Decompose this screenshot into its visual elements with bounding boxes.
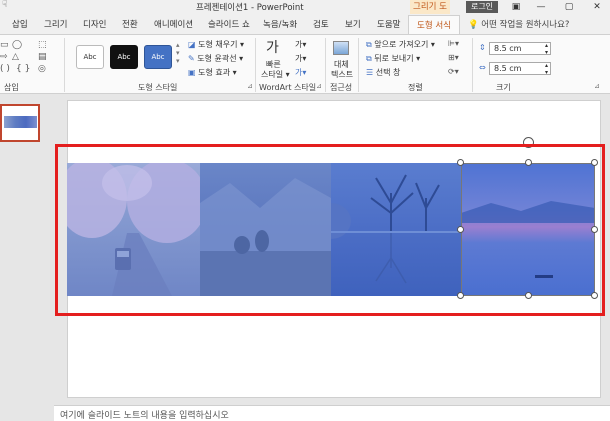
rotate-icon[interactable]: ⟳▾: [448, 67, 459, 76]
shape-fill-label: 도형 채우기 ▾: [198, 40, 245, 49]
tab-animations[interactable]: 애니메이션: [154, 18, 193, 30]
height-field[interactable]: 8.5 cm ▴ ▾: [489, 42, 551, 56]
group-label-size: 크기: [496, 83, 511, 92]
bring-forward-button[interactable]: ⧉ 앞으로 가져오기 ▾: [366, 39, 435, 50]
text-effects-icon[interactable]: 가▾: [295, 67, 306, 78]
restore-button[interactable]: ▢: [558, 0, 580, 14]
close-button[interactable]: ✕: [586, 0, 608, 14]
width-spinner-icon[interactable]: ▴ ▾: [545, 62, 548, 76]
notes-pane[interactable]: 여기에 슬라이드 노트의 내용을 입력하십시오: [54, 405, 610, 421]
text-fill-icon[interactable]: 가▾: [295, 39, 306, 50]
height-spinner-icon[interactable]: ▴ ▾: [545, 42, 548, 56]
title-bar: ☟ 프레젠테이션1 - PowerPoint 그리기 도구 로그인 ▣ — ▢ …: [0, 0, 610, 26]
group-label-accessibility: 접근성: [330, 83, 353, 92]
shape-effects-label: 도형 효과 ▾: [198, 68, 237, 77]
selection-pane-label: 선택 창: [375, 68, 401, 77]
oval-shape-icon[interactable]: ◯: [12, 39, 22, 51]
triangle-shape-icon[interactable]: △: [12, 51, 19, 63]
notes-placeholder: 여기에 슬라이드 노트의 내용을 입력하십시오: [60, 411, 229, 421]
alt-text-icon[interactable]: [333, 41, 349, 55]
group-objects-icon[interactable]: ⊞▾: [448, 53, 459, 62]
group-divider: [255, 38, 256, 92]
rectangle-shape-icon[interactable]: ▭: [0, 39, 9, 51]
ribbon: ▭ ◯ ⇨ △ ( ) { } ⬚ ▤ ◎ 삽입 Abc Abc Abc ▴ ▾ ▾…: [0, 34, 610, 94]
width-icon: ⇔: [479, 63, 486, 72]
dialog-launcher-icon[interactable]: ⊿: [247, 82, 253, 90]
group-label-insert: 삽입: [4, 83, 19, 92]
shape-outline-button[interactable]: ✎ 도형 윤곽선 ▾: [188, 53, 243, 64]
text-outline-icon[interactable]: 가▾: [295, 53, 306, 64]
shape-outline-label: 도형 윤곽선 ▾: [197, 54, 244, 63]
tab-help[interactable]: 도움말: [377, 18, 400, 30]
brace-shape-icon[interactable]: { }: [16, 63, 30, 75]
tab-recording[interactable]: 녹음/녹화: [263, 18, 297, 30]
tab-draw[interactable]: 그리기: [44, 18, 67, 30]
selection-pane-button[interactable]: ☰ 선택 창: [366, 67, 400, 78]
style-sample-blue[interactable]: Abc: [144, 45, 172, 69]
group-divider: [64, 38, 65, 92]
send-backward-button[interactable]: ⧉ 뒤로 보내기 ▾: [366, 53, 420, 64]
send-backward-label: 뒤로 보내기 ▾: [374, 54, 421, 63]
effects-icon: ▣: [188, 68, 196, 77]
drawing-tools-label: 그리기 도구: [410, 0, 450, 26]
send-backward-icon: ⧉: [366, 54, 372, 63]
tab-view[interactable]: 보기: [345, 18, 361, 30]
alt-text-label-2: 텍스트: [331, 70, 354, 79]
slide-thumbnail-pane: [0, 95, 54, 405]
group-label-shape-styles: 도형 스타일: [138, 83, 178, 92]
width-value: 8.5 cm: [494, 64, 522, 73]
selection-pane-icon: ☰: [366, 68, 374, 77]
tab-transitions[interactable]: 전환: [122, 18, 138, 30]
window-title: 프레젠테이션1 - PowerPoint: [196, 3, 304, 13]
pen-icon: ✎: [188, 54, 195, 63]
text-box-icon[interactable]: ▤: [38, 51, 47, 63]
group-label-wordart: WordArt 스타일: [259, 83, 317, 92]
dialog-launcher-icon[interactable]: ⊿: [594, 82, 600, 90]
tab-design[interactable]: 디자인: [83, 18, 106, 30]
ribbon-display-icon[interactable]: ▣: [505, 0, 527, 14]
height-icon: ⇕: [479, 43, 486, 52]
touch-mode-icon[interactable]: ☟: [2, 0, 7, 10]
align-icon[interactable]: ⊫▾: [448, 39, 459, 48]
thumbnail-image: [4, 116, 37, 128]
width-field[interactable]: 8.5 cm ▴ ▾: [489, 62, 551, 76]
ribbon-tabs: 삽입 그리기 디자인 전환 애니메이션 슬라이드 쇼 녹음/녹화 검토 보기 도…: [0, 14, 610, 34]
lightbulb-icon: 💡: [468, 20, 479, 30]
bracket-shape-icon[interactable]: ( ): [0, 63, 10, 75]
merge-shapes-icon[interactable]: ◎: [38, 63, 46, 75]
tab-slideshow[interactable]: 슬라이드 쇼: [208, 18, 250, 30]
paint-bucket-icon: ◪: [188, 40, 196, 49]
group-label-arrange: 정렬: [408, 83, 423, 92]
highlight-frame: [55, 144, 605, 316]
tab-insert[interactable]: 삽입: [12, 18, 28, 30]
tab-review[interactable]: 검토: [313, 18, 329, 30]
height-value: 8.5 cm: [494, 44, 522, 53]
bring-forward-icon: ⧉: [366, 40, 372, 49]
style-sample-outline[interactable]: Abc: [76, 45, 104, 69]
shape-effects-button[interactable]: ▣ 도형 효과 ▾: [188, 67, 237, 78]
quick-styles-label-2: 스타일 ▾: [261, 70, 290, 79]
login-button[interactable]: 로그인: [466, 1, 498, 13]
group-divider: [325, 38, 326, 92]
shape-fill-button[interactable]: ◪ 도형 채우기 ▾: [188, 39, 244, 50]
wordart-quick-styles-icon[interactable]: 가: [266, 37, 279, 57]
edit-shape-icon[interactable]: ⬚: [38, 39, 47, 51]
group-divider: [358, 38, 359, 92]
arrow-shape-icon[interactable]: ⇨: [0, 51, 8, 63]
dialog-launcher-icon[interactable]: ⊿: [316, 82, 322, 90]
gallery-scroll-icon[interactable]: ▴ ▾ ▾: [176, 41, 180, 65]
shapes-gallery[interactable]: ▭ ◯ ⇨ △ ( ) { } ⬚ ▤ ◎: [0, 39, 58, 77]
tell-me-search[interactable]: 💡 어떤 작업을 원하시나요?: [468, 18, 569, 30]
minimize-button[interactable]: —: [530, 0, 552, 14]
bring-forward-label: 앞으로 가져오기 ▾: [374, 40, 435, 49]
slide-thumbnail[interactable]: [0, 104, 40, 142]
tab-shape-format[interactable]: 도형 서식: [408, 15, 460, 34]
style-sample-dark[interactable]: Abc: [110, 45, 138, 69]
group-divider: [472, 38, 473, 92]
powerpoint-window: ☟ 프레젠테이션1 - PowerPoint 그리기 도구 로그인 ▣ — ▢ …: [0, 0, 610, 421]
tell-me-text: 어떤 작업을 원하시나요?: [481, 20, 570, 30]
